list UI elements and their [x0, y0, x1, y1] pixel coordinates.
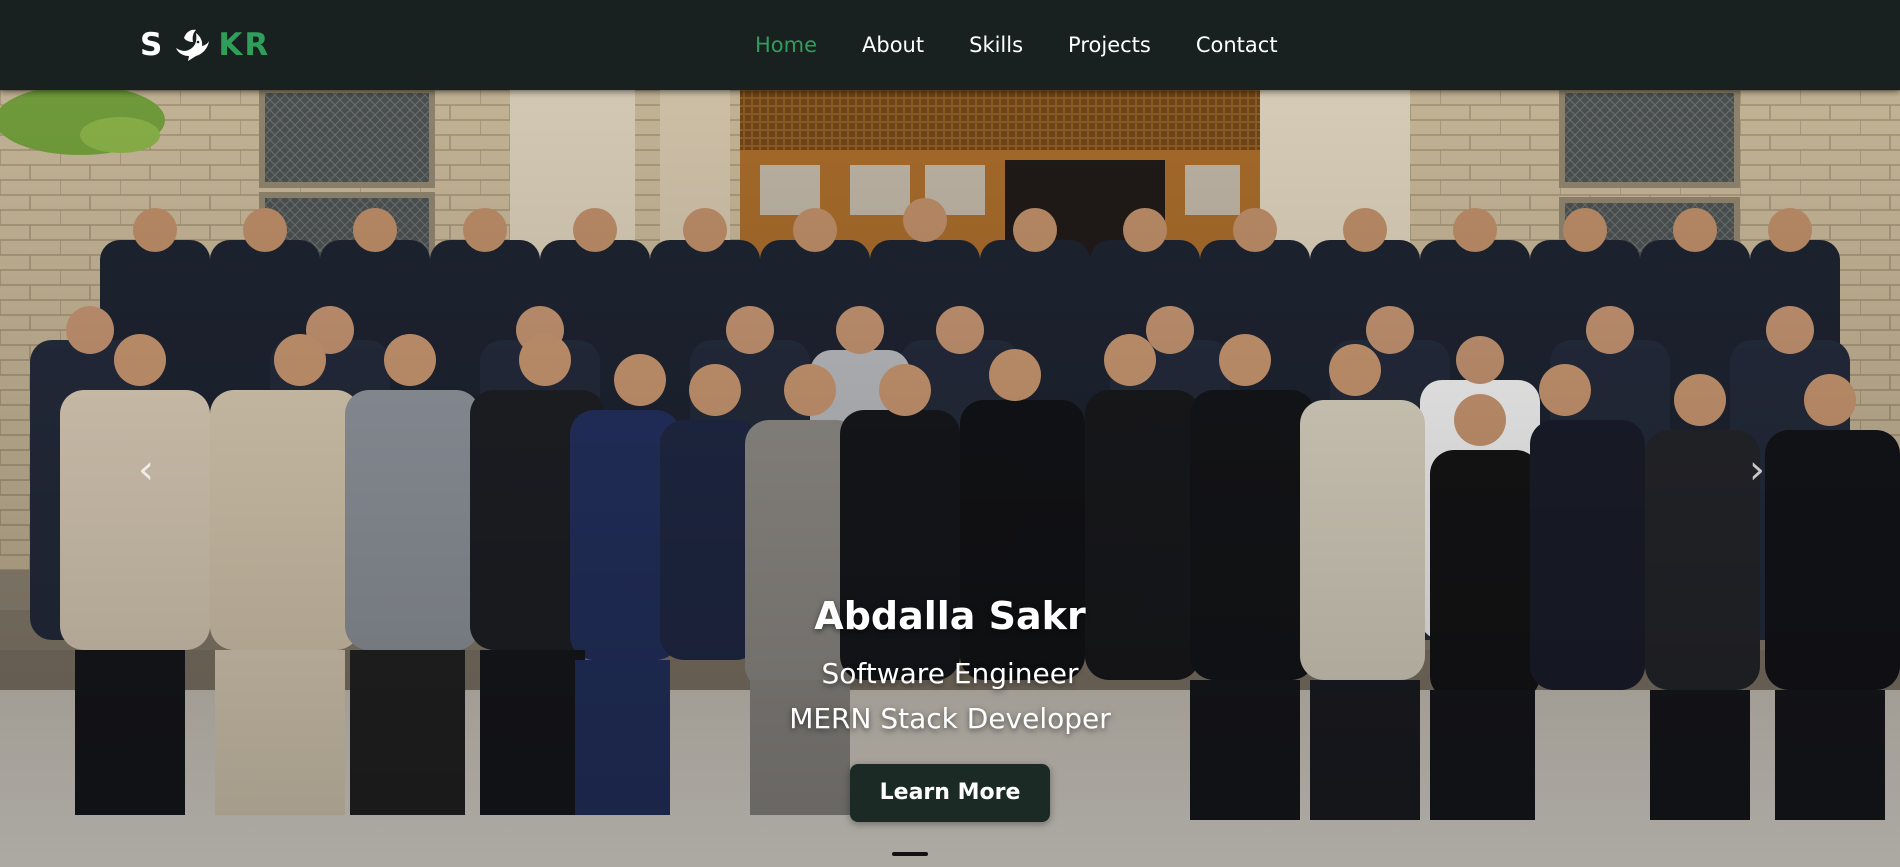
logo-letters-kr: KR — [218, 27, 271, 63]
logo-letter-s: S — [140, 27, 165, 63]
carousel-indicator-active[interactable] — [892, 852, 928, 856]
hero-group-photo — [0, 90, 1900, 867]
hero-name: Abdalla Sakr — [814, 594, 1086, 638]
learn-more-button[interactable]: Learn More — [850, 764, 1050, 822]
nav-link-contact[interactable]: Contact — [1196, 30, 1278, 60]
nav-link-home[interactable]: Home — [755, 30, 817, 60]
nav-link-skills[interactable]: Skills — [969, 30, 1023, 60]
chevron-left-icon[interactable]: ‹ — [126, 445, 166, 495]
logo[interactable]: S KR — [140, 25, 270, 65]
hero-role-primary: Software Engineer — [821, 657, 1079, 690]
carousel-indicators — [890, 852, 930, 856]
dove-icon — [176, 29, 210, 61]
nav-link-projects[interactable]: Projects — [1068, 30, 1151, 60]
nav-menu: Home About Skills Projects Contact — [755, 30, 1278, 60]
hero-carousel: Abdalla Sakr Software Engineer MERN Stac… — [0, 90, 1900, 867]
hero-role-secondary: MERN Stack Developer — [789, 702, 1111, 735]
chevron-right-icon[interactable]: › — [1737, 445, 1777, 495]
nav-link-about[interactable]: About — [862, 30, 924, 60]
navbar: S KR Home About Skills Projects Contact — [0, 0, 1900, 90]
